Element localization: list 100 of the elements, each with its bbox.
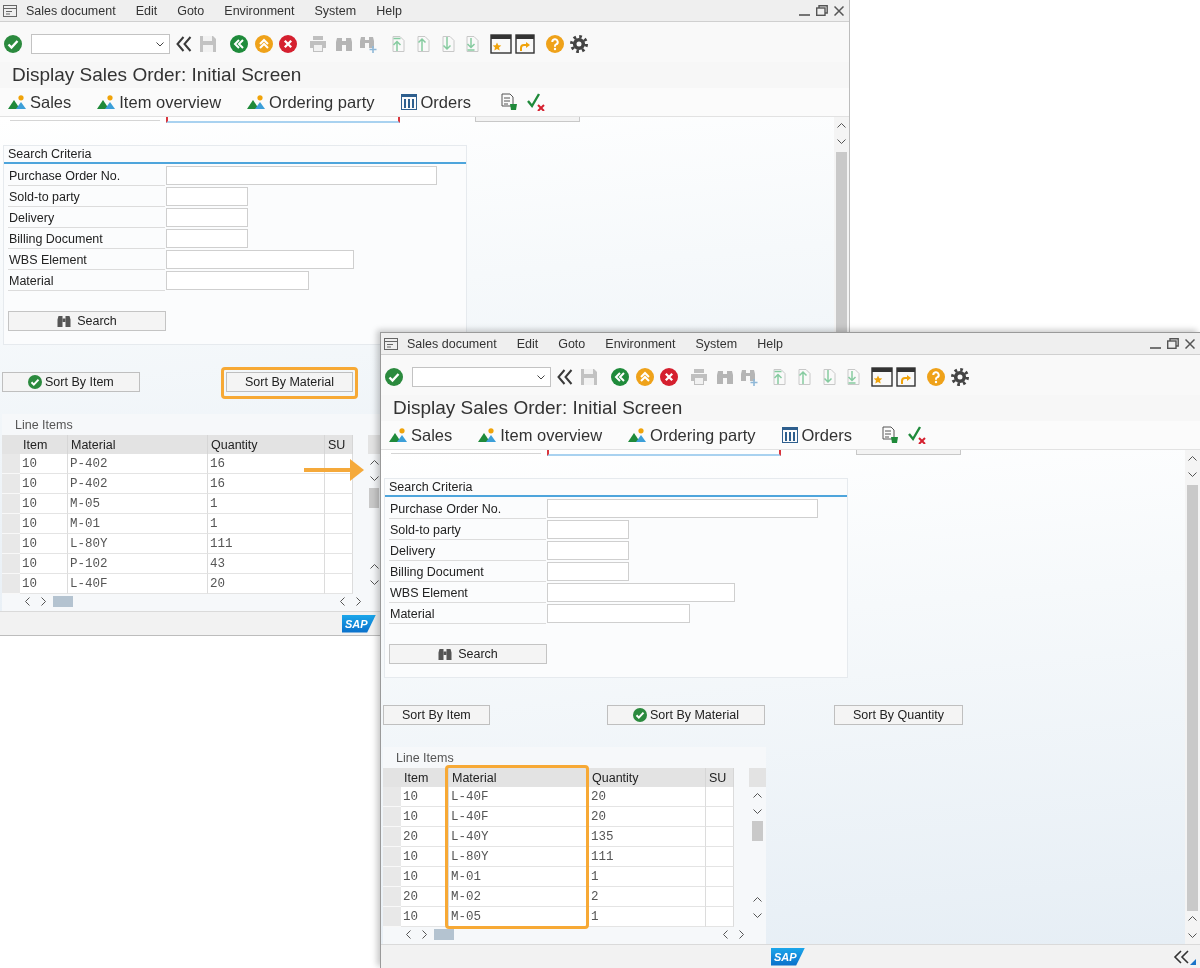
scrollbar-thumb[interactable] <box>836 152 847 332</box>
toolbar-button[interactable]: Sales <box>8 92 72 112</box>
row-selector[interactable] <box>2 454 20 474</box>
sort-button[interactable]: Sort By Material <box>607 705 765 725</box>
check-icon[interactable] <box>385 368 403 386</box>
save-icon[interactable] <box>199 35 217 53</box>
toolbar-button[interactable]: Orders <box>400 92 471 112</box>
settings-icon[interactable] <box>951 368 969 386</box>
print-icon[interactable] <box>690 368 708 386</box>
help-icon[interactable] <box>546 35 564 53</box>
sort-button[interactable]: Sort By Item <box>2 372 140 392</box>
toolbar-button[interactable]: Sales <box>389 425 453 445</box>
scroll-left-icon[interactable] <box>340 596 345 606</box>
sort-button[interactable]: Sort By Item <box>383 705 490 725</box>
restore-icon[interactable] <box>1167 338 1179 349</box>
column-header[interactable]: SU <box>325 435 353 454</box>
scroll-up-icon[interactable] <box>753 897 762 902</box>
close-icon[interactable] <box>1185 338 1195 349</box>
row-selector[interactable] <box>2 494 20 514</box>
scroll-up-icon[interactable] <box>369 460 379 465</box>
row-selector[interactable] <box>383 807 401 827</box>
vertical-scrollbar[interactable] <box>1185 450 1200 944</box>
scroll-down-icon[interactable] <box>369 476 379 481</box>
menu-item[interactable]: Goto <box>558 336 586 351</box>
select-all-cell[interactable] <box>2 435 20 454</box>
scroll-down-icon[interactable] <box>753 913 762 918</box>
minimize-icon[interactable] <box>1150 346 1161 349</box>
row-selector[interactable] <box>383 867 401 887</box>
column-header[interactable]: Item <box>20 435 68 454</box>
scrollbar-thumb[interactable] <box>752 821 763 841</box>
menu-item[interactable]: Edit <box>135 3 158 18</box>
row-selector[interactable] <box>383 827 401 847</box>
menu-item[interactable]: Sales document <box>407 336 497 351</box>
vertical-scrollbar[interactable] <box>834 117 849 332</box>
sort-button[interactable]: Sort By Material <box>226 372 353 392</box>
input-field[interactable] <box>547 450 781 456</box>
scroll-left-icon[interactable] <box>723 929 728 939</box>
tick-cross-icon[interactable] <box>526 93 545 111</box>
menu-item[interactable]: Goto <box>177 3 205 18</box>
scrollbar-thumb[interactable] <box>434 928 454 940</box>
back-icon[interactable] <box>611 368 629 386</box>
scroll-down-icon[interactable] <box>753 809 762 814</box>
column-header[interactable]: SU <box>706 768 734 787</box>
column-header[interactable]: Item <box>401 768 449 787</box>
scroll-up-icon[interactable] <box>753 793 762 798</box>
menu-item[interactable]: Sales document <box>26 3 116 18</box>
binoculars-plus-icon[interactable] <box>740 368 758 386</box>
scroll-down-icon[interactable] <box>837 139 846 144</box>
push-button[interactable] <box>475 117 580 122</box>
row-selector[interactable] <box>2 554 20 574</box>
row-selector[interactable] <box>2 474 20 494</box>
binoculars-icon[interactable] <box>716 368 734 386</box>
row-selector[interactable] <box>2 534 20 554</box>
scroll-left-icon[interactable] <box>406 929 411 939</box>
menu-item[interactable]: System <box>314 3 357 18</box>
push-button[interactable] <box>856 450 961 455</box>
row-selector[interactable] <box>383 787 401 807</box>
caret-icon[interactable] <box>537 374 545 380</box>
double-chevron-icon[interactable] <box>1172 948 1196 965</box>
column-header[interactable]: Quantity <box>589 768 706 787</box>
scrollbar-thumb[interactable] <box>53 595 73 607</box>
document-icon[interactable] <box>499 93 518 111</box>
save-icon[interactable] <box>580 368 598 386</box>
toolbar-button[interactable]: Orders <box>781 425 852 445</box>
cancel-icon[interactable] <box>279 35 297 53</box>
binoculars-plus-icon[interactable] <box>359 35 377 53</box>
menu-item[interactable]: Environment <box>224 3 295 18</box>
scroll-right-icon[interactable] <box>356 596 361 606</box>
help-icon[interactable] <box>927 368 945 386</box>
cancel-icon[interactable] <box>660 368 678 386</box>
column-header[interactable]: Material <box>68 435 208 454</box>
exit-icon[interactable] <box>636 368 654 386</box>
scroll-up-icon[interactable] <box>1188 916 1197 921</box>
search-button[interactable]: Search <box>389 644 547 664</box>
exit-icon[interactable] <box>255 35 273 53</box>
toolbar-button[interactable]: Item overview <box>478 425 603 445</box>
print-icon[interactable] <box>309 35 327 53</box>
scroll-right-icon[interactable] <box>739 929 744 939</box>
close-icon[interactable] <box>834 5 844 16</box>
scroll-down-icon[interactable] <box>1188 472 1197 477</box>
search-button[interactable]: Search <box>8 311 166 331</box>
column-header[interactable]: Quantity <box>208 435 325 454</box>
toolbar-button[interactable]: Ordering party <box>628 425 756 445</box>
scroll-down-icon[interactable] <box>1188 933 1197 938</box>
row-selector[interactable] <box>383 887 401 907</box>
scroll-right-icon[interactable] <box>41 596 46 606</box>
row-selector[interactable] <box>2 514 20 534</box>
scrollbar-thumb[interactable] <box>1187 485 1198 911</box>
binoculars-icon[interactable] <box>335 35 353 53</box>
input-field[interactable] <box>166 117 400 123</box>
sort-button[interactable]: Sort By Quantity <box>834 705 963 725</box>
command-field[interactable] <box>31 34 170 54</box>
minimize-icon[interactable] <box>799 13 810 16</box>
scroll-up-icon[interactable] <box>369 564 379 569</box>
scroll-down-icon[interactable] <box>369 580 379 585</box>
tick-cross-icon[interactable] <box>907 426 926 444</box>
document-icon[interactable] <box>880 426 899 444</box>
scroll-up-icon[interactable] <box>1188 456 1197 461</box>
scrollbar-thumb[interactable] <box>369 488 379 508</box>
scroll-right-icon[interactable] <box>422 929 427 939</box>
